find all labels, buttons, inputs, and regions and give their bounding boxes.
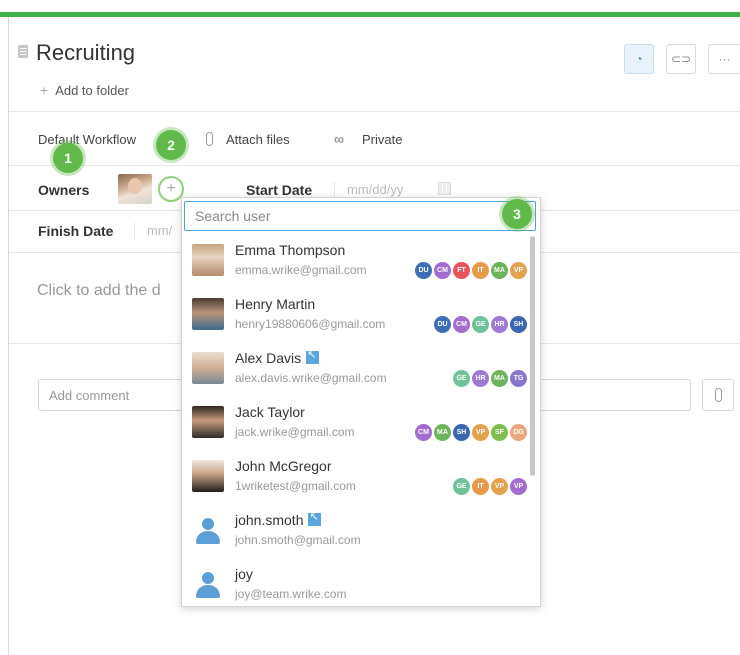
group-tags: GE IT VP VP	[453, 478, 527, 495]
group-tag-badge: GE	[453, 370, 470, 387]
owner-avatar[interactable]	[118, 174, 152, 204]
group-tag-badge: SH	[510, 316, 527, 333]
link-button[interactable]: ⊂⊃	[666, 44, 696, 74]
user-list-item[interactable]: Henry Martin henry19880606@gmail.com DU C…	[182, 288, 527, 342]
divider	[9, 165, 740, 166]
avatar	[192, 244, 224, 276]
group-tags: CM MA SH VP SF DG	[415, 424, 527, 441]
user-name-text: Alex Davis	[235, 350, 302, 366]
step-badge-1: 1	[53, 143, 83, 173]
user-list-item[interactable]: joy joy@team.wrike.com	[182, 558, 527, 612]
user-icon	[192, 568, 224, 600]
start-date-label: Start Date	[246, 182, 313, 198]
user-name: Emma Thompson	[235, 242, 346, 258]
user-name: Alex Davis	[235, 348, 320, 366]
user-email: emma.wrike@gmail.com	[235, 263, 367, 277]
user-search-dropdown: Search user Emma Thompson emma.wrike@gma…	[181, 197, 541, 607]
group-tag-badge: GE	[472, 316, 489, 333]
plus-icon: +	[40, 82, 49, 98]
rss-icon: ◔	[635, 52, 643, 66]
group-tag-badge: FT	[453, 262, 470, 279]
group-tag-badge: VP	[472, 424, 489, 441]
user-email: joy@team.wrike.com	[235, 587, 347, 601]
group-tags: DU CM FT IT MA VP	[415, 262, 527, 279]
user-list-item[interactable]: Alex Davis alex.davis.wrike@gmail.com GE…	[182, 342, 527, 396]
group-tags: DU CM GE HR SH	[434, 316, 527, 333]
task-icon	[18, 45, 28, 58]
group-tag-badge: MA	[491, 370, 508, 387]
group-tag-badge: SH	[453, 424, 470, 441]
paperclip-icon	[714, 388, 722, 402]
user-list-item[interactable]: Emma Thompson emma.wrike@gmail.com DU CM F…	[182, 234, 527, 288]
task-title[interactable]: Recruiting	[36, 40, 135, 66]
search-user-input[interactable]: Search user	[184, 201, 536, 231]
comment-attach-button[interactable]	[702, 379, 734, 411]
divider	[9, 111, 740, 112]
external-user-icon	[306, 348, 320, 364]
avatar	[192, 298, 224, 330]
description-area[interactable]: Click to add the d	[37, 282, 161, 300]
group-tag-badge: VP	[491, 478, 508, 495]
group-tag-badge: MA	[491, 262, 508, 279]
group-tag-badge: DU	[434, 316, 451, 333]
avatar	[192, 406, 224, 438]
more-icon: ···	[718, 52, 731, 66]
user-email: alex.davis.wrike@gmail.com	[235, 371, 387, 385]
scrollbar[interactable]	[530, 236, 535, 476]
avatar	[192, 460, 224, 492]
share-icon: ∞	[334, 131, 344, 147]
finish-date-input[interactable]: mm/	[134, 223, 172, 238]
group-tags: GE HR MA TG	[453, 370, 527, 387]
group-tag-badge: VP	[510, 478, 527, 495]
group-tag-badge: TG	[510, 370, 527, 387]
rss-button[interactable]: ◔	[624, 44, 654, 74]
group-tag-badge: DG	[510, 424, 527, 441]
user-icon	[192, 514, 224, 546]
group-tag-badge: DU	[415, 262, 432, 279]
group-tag-badge: SF	[491, 424, 508, 441]
add-to-folder-label: Add to folder	[55, 83, 129, 98]
group-tag-badge: IT	[472, 262, 489, 279]
user-email: henry19880606@gmail.com	[235, 317, 386, 331]
group-tag-badge: HR	[472, 370, 489, 387]
user-email: john.smoth@gmail.com	[235, 533, 361, 547]
owners-label: Owners	[38, 182, 90, 198]
privacy-button[interactable]: Private	[362, 132, 402, 147]
user-name: Henry Martin	[235, 296, 316, 312]
step-badge-3: 3	[502, 199, 532, 229]
group-tag-badge: IT	[472, 478, 489, 495]
paperclip-icon	[206, 132, 213, 146]
group-tag-badge: VP	[510, 262, 527, 279]
group-tag-badge: HR	[491, 316, 508, 333]
user-name: Jack Taylor	[235, 404, 305, 420]
finish-date-label: Finish Date	[38, 223, 114, 239]
step-badge-2: 2	[156, 130, 186, 160]
attach-files-button[interactable]: Attach files	[226, 132, 290, 147]
user-name: John McGregor	[235, 458, 332, 474]
add-to-folder-link[interactable]: + Add to folder	[40, 82, 129, 98]
user-name: joy	[235, 566, 253, 582]
external-user-icon	[308, 510, 322, 526]
start-date-input[interactable]: mm/dd/yy	[334, 182, 403, 197]
user-list-item[interactable]: Jack Taylor jack.wrike@gmail.com CM MA SH V…	[182, 396, 527, 450]
workflow-selector[interactable]: Default Workflow	[38, 132, 136, 147]
user-list-item[interactable]: John McGregor 1wriketest@gmail.com GE IT V…	[182, 450, 527, 504]
group-tag-badge: GE	[453, 478, 470, 495]
more-button[interactable]: ···	[708, 44, 740, 74]
link-icon: ⊂⊃	[670, 52, 692, 66]
user-name-text: john.smoth	[235, 512, 304, 528]
user-list-item[interactable]: john.smoth john.smoth@gmail.com	[182, 504, 527, 558]
user-email: 1wriketest@gmail.com	[235, 479, 356, 493]
group-tag-badge: MA	[434, 424, 451, 441]
calendar-icon[interactable]	[438, 182, 451, 195]
user-name: john.smoth	[235, 510, 322, 528]
user-email: jack.wrike@gmail.com	[235, 425, 355, 439]
plus-icon: +	[166, 180, 176, 197]
group-tag-badge: CM	[453, 316, 470, 333]
group-tag-badge: CM	[415, 424, 432, 441]
group-tag-badge: CM	[434, 262, 451, 279]
avatar	[192, 352, 224, 384]
